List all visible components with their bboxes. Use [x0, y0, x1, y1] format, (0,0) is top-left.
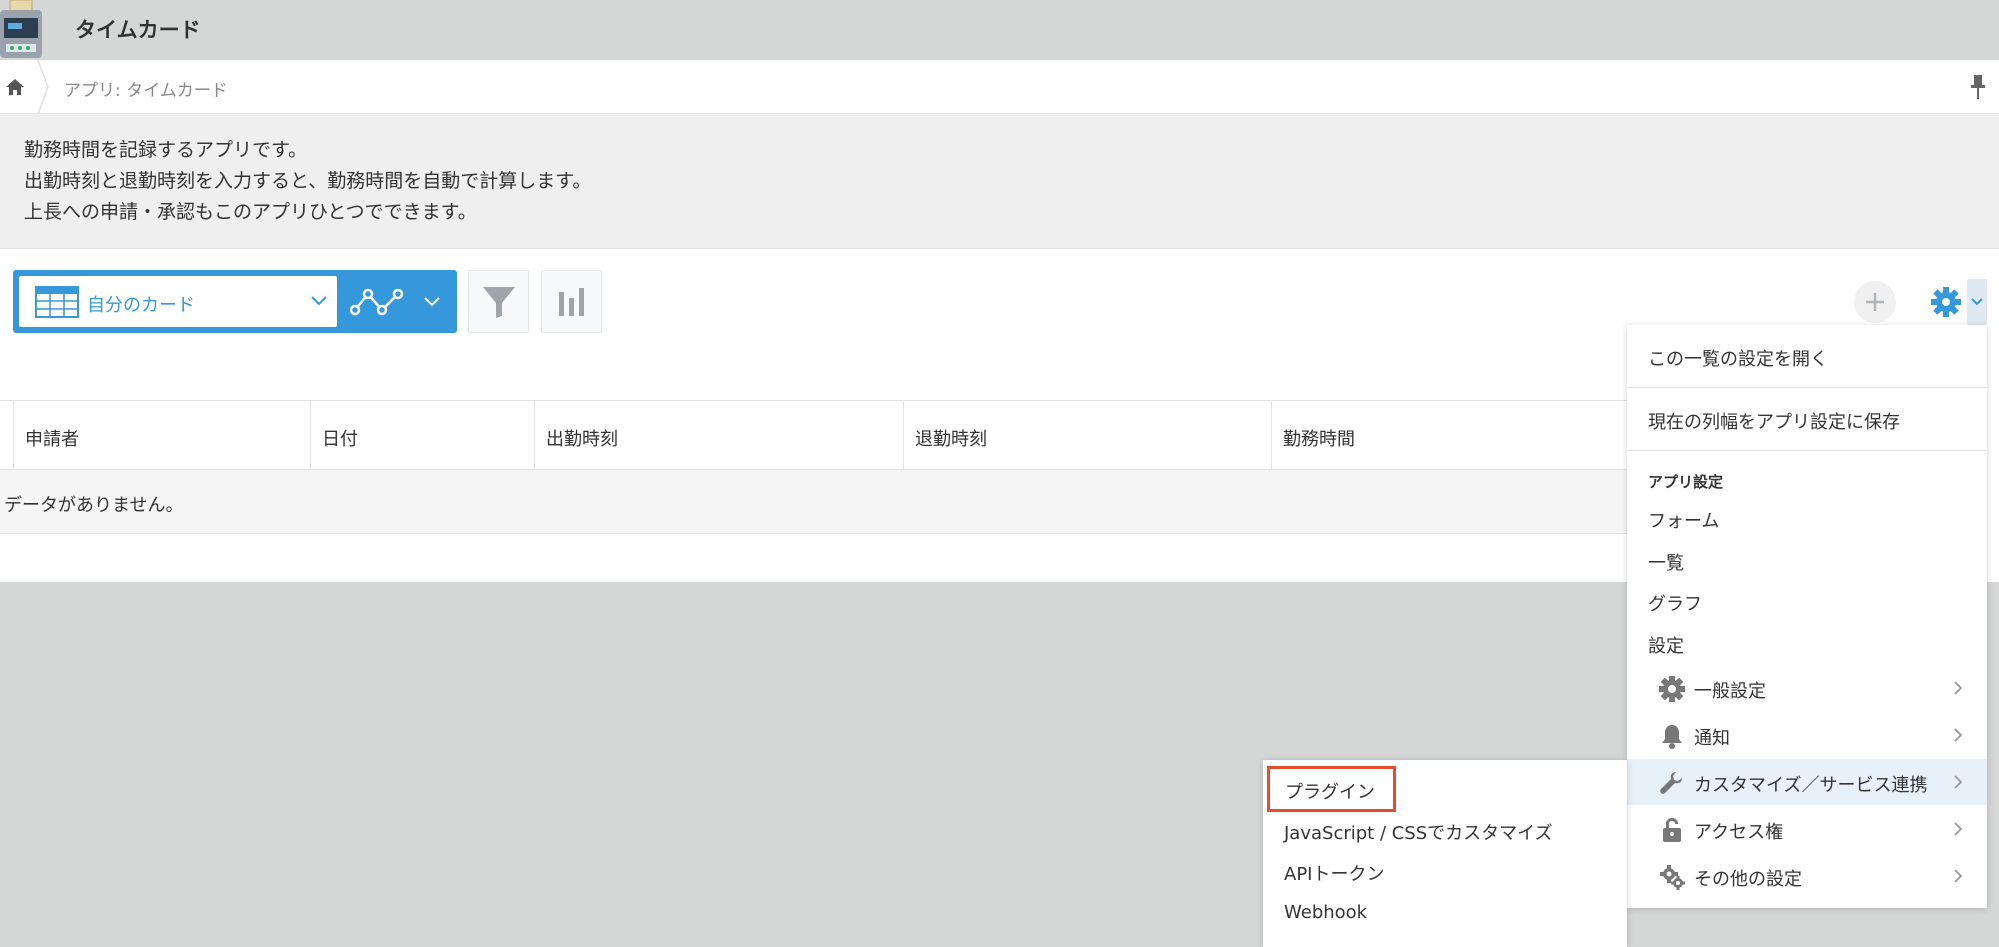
gear-icon: [1931, 287, 1961, 317]
menu-item-label: 一覧: [1648, 553, 1684, 574]
gear-icon: [1659, 676, 1685, 702]
submenu-item-webhook[interactable]: Webhook: [1284, 902, 1367, 923]
filter-button[interactable]: [468, 270, 529, 333]
menu-item-list[interactable]: 一覧: [1627, 549, 1987, 579]
menu-divider: [1627, 387, 1987, 388]
home-icon: [6, 79, 24, 95]
bell-icon: [1662, 725, 1682, 749]
description-line: 出勤時刻と退勤時刻を入力すると、勤務時間を自動で計算します。: [24, 170, 592, 192]
save-column-width-item[interactable]: 現在の列幅をアプリ設定に保存: [1627, 408, 1987, 438]
menu-section-title: アプリ設定: [1648, 473, 1724, 491]
column-header[interactable]: 勤務時間: [1271, 401, 1640, 469]
chevron-right-icon: [1954, 681, 1963, 695]
table-row: データがありません。: [0, 470, 1640, 534]
wrench-icon: [1660, 772, 1682, 794]
description-line: 上長への申請・承認もこのアプリひとつでできます。: [24, 201, 477, 223]
empty-message: データがありません。: [4, 495, 184, 516]
filter-icon: [483, 287, 515, 318]
column-header[interactable]: 日付: [310, 401, 534, 469]
description-line: 勤務時間を記録するアプリです。: [24, 139, 308, 161]
breadcrumb-separator: [37, 60, 49, 114]
pin-icon[interactable]: [1968, 73, 1988, 101]
submenu-item-plugin[interactable]: プラグイン: [1285, 778, 1375, 804]
menu-item-label: フォーム: [1648, 511, 1720, 532]
chevron-down-icon: [311, 296, 327, 306]
graph-view-icon[interactable]: [350, 282, 406, 322]
lock-icon: [1663, 818, 1681, 842]
chevron-right-icon: [1954, 728, 1963, 742]
app-description: 勤務時間を記録するアプリです。 出勤時刻と退勤時刻を入力すると、勤務時間を自動で…: [0, 114, 1999, 249]
view-select[interactable]: 自分のカード: [19, 276, 337, 327]
menu-item-general-settings[interactable]: 一般設定: [1627, 665, 1987, 711]
breadcrumb-app-link[interactable]: アプリ: タイムカード: [64, 76, 228, 101]
menu-item-label: 現在の列幅をアプリ設定に保存: [1648, 412, 1900, 433]
bar-chart-icon: [559, 288, 584, 316]
menu-item-other-settings[interactable]: その他の設定: [1627, 853, 1987, 899]
settings-menu: この一覧の設定を開く 現在の列幅をアプリ設定に保存 アプリ設定 フォーム 一覧 …: [1627, 325, 1987, 908]
open-list-settings-item[interactable]: この一覧の設定を開く: [1627, 345, 1987, 375]
view-select-label: 自分のカード: [87, 295, 195, 316]
app-title: タイムカード: [75, 18, 201, 42]
chevron-down-icon[interactable]: [423, 296, 441, 308]
menu-item-label: この一覧の設定を開く: [1648, 349, 1828, 370]
settings-dropdown-toggle[interactable]: [1967, 279, 1987, 325]
menu-item-customize-integration[interactable]: カスタマイズ／サービス連携: [1627, 759, 1987, 805]
chevron-down-icon: [1971, 298, 1983, 306]
add-record-button[interactable]: [1854, 281, 1896, 323]
column-header[interactable]: 申請者: [13, 401, 310, 469]
customize-submenu: プラグイン JavaScript / CSSでカスタマイズ APIトークン We…: [1263, 760, 1627, 947]
table-view-icon: [35, 286, 79, 318]
menu-item-notifications[interactable]: 通知: [1627, 712, 1987, 758]
menu-item-label: その他の設定: [1694, 869, 1802, 890]
menu-item-access-permissions[interactable]: アクセス権: [1627, 806, 1987, 852]
chevron-right-icon: [1954, 775, 1963, 789]
timecard-machine-icon: [0, 0, 46, 60]
column-header[interactable]: 退勤時刻: [903, 401, 1271, 469]
menu-item-label: 一般設定: [1694, 681, 1766, 702]
menu-item-label: 設定: [1648, 636, 1684, 657]
app-header: タイムカード: [0, 0, 1999, 60]
chart-button[interactable]: [541, 270, 602, 333]
chevron-right-icon: [1954, 869, 1963, 883]
menu-item-label: グラフ: [1648, 594, 1702, 615]
gears-icon: [1660, 865, 1685, 890]
menu-divider: [1627, 450, 1987, 451]
view-selector-group: 自分のカード: [13, 270, 457, 333]
plus-icon: [1866, 293, 1884, 311]
column-header[interactable]: 出勤時刻: [534, 401, 903, 469]
menu-item-label: カスタマイズ／サービス連携: [1694, 775, 1928, 796]
submenu-item-api-token[interactable]: APIトークン: [1284, 860, 1384, 886]
menu-item-label: 通知: [1694, 728, 1730, 749]
menu-item-form[interactable]: フォーム: [1627, 507, 1987, 537]
table-header: 申請者 日付 出勤時刻 退勤時刻 勤務時間: [0, 400, 1640, 470]
menu-item-graph[interactable]: グラフ: [1627, 590, 1987, 620]
app-settings-button[interactable]: [1928, 280, 1964, 324]
menu-item-label: アクセス権: [1694, 822, 1784, 843]
breadcrumb: アプリ: タイムカード: [0, 60, 1999, 114]
menu-item-settings: 設定: [1627, 632, 1987, 662]
submenu-item-js-css[interactable]: JavaScript / CSSでカスタマイズ: [1284, 819, 1553, 845]
chevron-right-icon: [1954, 822, 1963, 836]
